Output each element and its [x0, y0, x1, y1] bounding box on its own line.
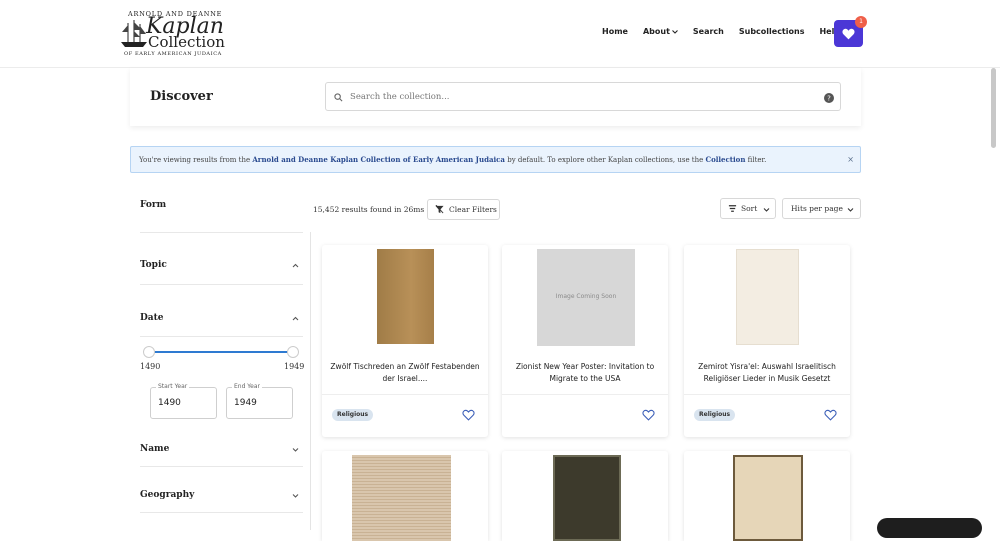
facet-topic-label: Topic — [140, 260, 167, 270]
logo-line-3: Collection — [148, 33, 225, 51]
chevron-down-icon — [763, 208, 770, 212]
nav-about-label: About — [642, 27, 670, 36]
divider — [140, 284, 303, 285]
sort-button[interactable]: Sort — [720, 198, 776, 219]
chevron-up-icon — [292, 316, 299, 321]
info-text-post: filter. — [745, 156, 767, 164]
facet-form[interactable]: Form — [140, 200, 303, 210]
info-text-pre: You're viewing results from the — [139, 156, 253, 164]
facet-topic[interactable]: Topic — [140, 260, 303, 270]
nav-subcollections[interactable]: Subcollections — [739, 27, 805, 36]
help-icon[interactable]: ? — [824, 93, 834, 103]
chevron-down-icon — [672, 29, 678, 34]
info-banner: You're viewing results from the Arnold a… — [130, 146, 861, 173]
close-icon[interactable]: × — [847, 147, 854, 172]
divider — [140, 466, 303, 467]
divider — [140, 512, 303, 513]
slider-handle-start[interactable] — [143, 346, 155, 358]
favorites-count-badge: 1 — [855, 16, 867, 28]
ship-icon — [121, 20, 147, 47]
facet-date[interactable]: Date — [140, 313, 303, 323]
chevron-up-icon — [292, 263, 299, 268]
facet-date-label: Date — [140, 313, 164, 323]
info-collection-link[interactable]: Arnold and Deanne Kaplan Collection of E… — [252, 155, 505, 164]
facet-form-label: Form — [140, 200, 167, 210]
result-card[interactable]: Zwölf Tischreden an Zwölf Festabenden de… — [322, 245, 488, 437]
divider — [322, 394, 488, 395]
search-bar: ? — [325, 82, 841, 111]
svg-text:?: ? — [827, 95, 831, 103]
hits-per-page-label: Hits per page — [791, 204, 843, 213]
facet-name[interactable]: Name — [140, 444, 303, 454]
result-card[interactable]: Zemirot Yisra'el: Auswahl Israelitisch R… — [684, 245, 850, 437]
clear-filters-button[interactable]: Clear Filters — [427, 199, 500, 220]
site-logo[interactable]: ARNOLD AND DEANNE Kaplan Collection OF E… — [120, 8, 230, 60]
logo-line-4: OF EARLY AMERICAN JUDAICA — [124, 51, 222, 57]
heart-icon — [842, 28, 855, 40]
divider — [502, 394, 668, 395]
page-title: Discover — [150, 89, 213, 104]
nav-search[interactable]: Search — [693, 27, 724, 36]
result-card[interactable]: Image Coming Soon Zionist New Year Poste… — [502, 245, 668, 437]
item-image-placeholder[interactable]: Image Coming Soon — [537, 249, 635, 346]
nav-about[interactable]: About — [643, 27, 678, 36]
heart-outline-icon[interactable] — [642, 409, 655, 421]
divider — [140, 232, 303, 233]
item-image[interactable] — [377, 249, 434, 344]
start-year-input[interactable] — [158, 398, 208, 408]
clear-filters-label: Clear Filters — [449, 205, 497, 214]
nav-home[interactable]: Home — [602, 27, 628, 36]
divider — [684, 394, 850, 395]
heart-outline-icon[interactable] — [824, 409, 837, 421]
info-filter-link[interactable]: Collection — [706, 155, 746, 164]
tag-badge: Religious — [694, 409, 736, 421]
facet-name-label: Name — [140, 444, 170, 454]
hits-per-page-button[interactable]: Hits per page — [782, 198, 861, 219]
facet-geography[interactable]: Geography — [140, 490, 303, 500]
slider-max-label: 1949 — [284, 362, 305, 371]
floating-toolbar[interactable] — [877, 518, 982, 538]
page-scrollbar[interactable] — [991, 68, 996, 148]
card-title[interactable]: Zionist New Year Poster: Invitation to M… — [508, 361, 662, 385]
main-nav: Home About Search Subcollections Help — [602, 27, 855, 36]
end-year-input[interactable] — [234, 398, 284, 408]
start-year-field[interactable]: Start Year — [150, 383, 217, 419]
end-year-label: End Year — [232, 383, 263, 390]
item-image[interactable] — [736, 249, 799, 345]
result-card[interactable] — [684, 451, 850, 541]
divider — [140, 336, 303, 337]
result-card[interactable] — [502, 451, 668, 541]
end-year-field[interactable]: End Year — [226, 383, 293, 419]
results-count: 15,452 results found in 26ms — [313, 205, 425, 214]
item-image[interactable] — [733, 455, 803, 541]
start-year-label: Start Year — [156, 383, 190, 390]
slider-min-label: 1490 — [140, 362, 161, 371]
filter-clear-icon — [435, 205, 444, 214]
item-image[interactable] — [352, 455, 451, 541]
sort-icon — [728, 205, 737, 212]
slider-handle-end[interactable] — [287, 346, 299, 358]
sort-label: Sort — [741, 204, 758, 213]
facet-geography-label: Geography — [140, 490, 195, 500]
info-text-mid: by default. To explore other Kaplan coll… — [504, 156, 706, 164]
chevron-down-icon — [292, 448, 299, 452]
sidebar-divider — [310, 232, 311, 530]
search-input[interactable] — [350, 83, 810, 110]
result-card[interactable] — [322, 451, 488, 541]
search-icon — [334, 93, 343, 102]
item-image[interactable] — [553, 455, 621, 541]
image-coming-soon-text: Image Coming Soon — [555, 293, 617, 300]
heart-outline-icon[interactable] — [462, 409, 475, 421]
chevron-down-icon — [847, 208, 854, 212]
site-header: ARNOLD AND DEANNE Kaplan Collection OF E… — [0, 0, 1000, 68]
card-title[interactable]: Zwölf Tischreden an Zwölf Festabenden de… — [328, 361, 482, 385]
chevron-down-icon — [292, 494, 299, 498]
date-range-slider[interactable] — [150, 351, 293, 353]
tag-badge: Religious — [332, 409, 374, 421]
card-title[interactable]: Zemirot Yisra'el: Auswahl Israelitisch R… — [690, 361, 844, 385]
